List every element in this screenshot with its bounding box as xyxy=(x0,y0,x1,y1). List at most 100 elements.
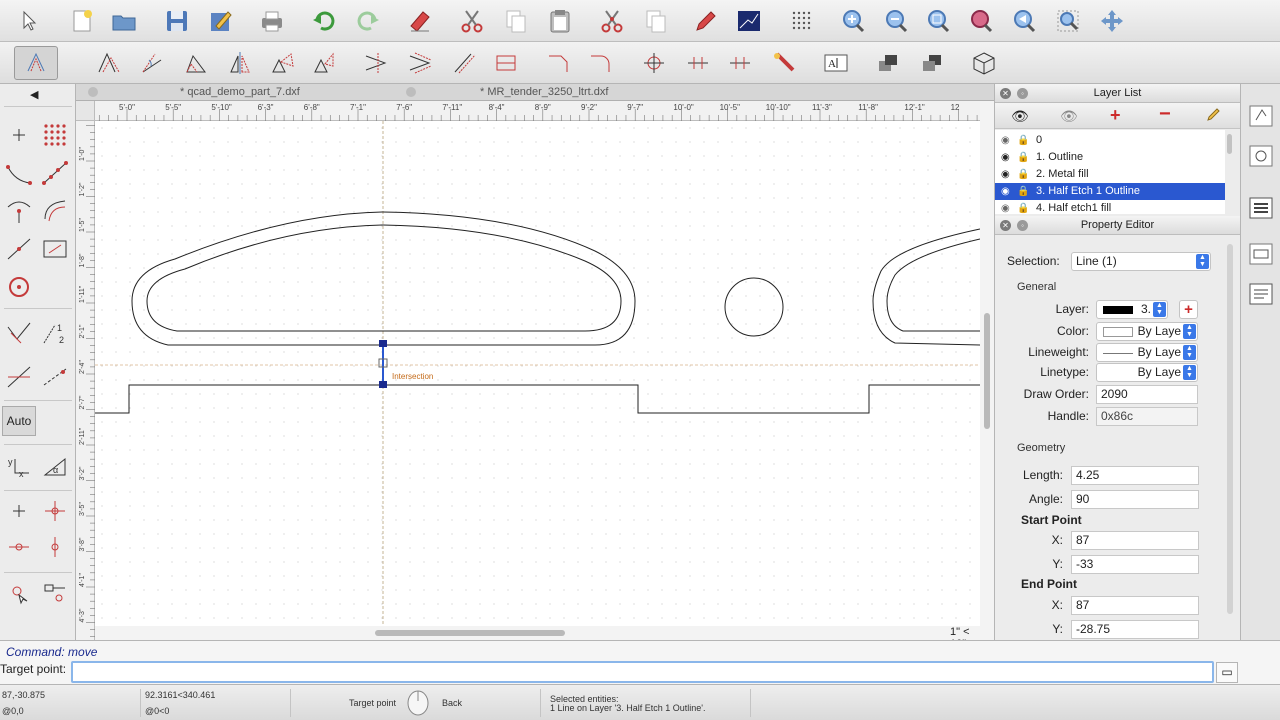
delete-icon[interactable] xyxy=(724,47,756,79)
library-browser-icon[interactable] xyxy=(1246,142,1276,170)
command-line-icon[interactable] xyxy=(1246,280,1276,308)
offset-icon[interactable] xyxy=(448,47,480,79)
divide-icon[interactable] xyxy=(638,47,670,79)
zoom-auto-icon[interactable] xyxy=(922,5,954,37)
color-dropdown[interactable]: By Laye ▲ ▼ xyxy=(1096,322,1198,341)
rotate-two-icon[interactable] xyxy=(308,47,340,79)
line-tool-icon[interactable] xyxy=(2,232,36,266)
vertical-scrollbar[interactable] xyxy=(980,101,994,640)
close-icon[interactable]: ✕ xyxy=(1000,220,1011,231)
layer-row-selected[interactable]: ◉ 🔒 3. Half Etch 1 Outline xyxy=(995,183,1225,200)
rotate-icon[interactable] xyxy=(136,47,168,79)
end-x-field[interactable]: 87 xyxy=(1071,596,1199,615)
tab-qcad-demo[interactable]: * qcad_demo_part_7.dxf xyxy=(180,84,300,101)
zoom-in-icon[interactable] xyxy=(837,5,869,37)
print-icon[interactable] xyxy=(256,5,288,37)
snap-xy-icon[interactable]: yx xyxy=(2,450,36,484)
tab-close-icon[interactable] xyxy=(88,87,98,97)
layer-dropdown[interactable]: 3. ▲ ▼ xyxy=(1096,300,1168,319)
horizontal-scrollbar[interactable] xyxy=(95,626,980,640)
explode-red-icon[interactable] xyxy=(768,47,800,79)
grip-end[interactable] xyxy=(379,381,387,388)
edit-file-icon[interactable] xyxy=(205,5,237,37)
command-input[interactable] xyxy=(71,661,1214,683)
vertical-scroll-thumb[interactable] xyxy=(984,313,990,429)
length-field[interactable]: 4.25 xyxy=(1071,466,1199,485)
auto-snap-button[interactable]: Auto xyxy=(2,406,36,436)
zoom-window-icon[interactable] xyxy=(1052,5,1084,37)
property-editor-icon[interactable] xyxy=(1246,240,1276,268)
lock-icon[interactable]: 🔒 xyxy=(1017,166,1029,183)
add-layer-icon[interactable]: + xyxy=(1110,105,1121,126)
property-scrollbar[interactable] xyxy=(1227,244,1233,614)
layer-row[interactable]: ◉ 🔒 4. Half etch1 fill xyxy=(995,200,1225,214)
copy-icon[interactable] xyxy=(500,5,532,37)
close-icon[interactable]: ✕ xyxy=(1000,88,1011,99)
snap-free-icon[interactable] xyxy=(2,494,36,528)
lock-icon[interactable]: 🔒 xyxy=(1017,183,1029,200)
move-rotate-icon[interactable] xyxy=(266,47,298,79)
point-tool-icon[interactable] xyxy=(2,118,36,152)
hide-all-layers-icon[interactable]: 👁 xyxy=(1060,108,1078,125)
mirror-icon[interactable] xyxy=(224,47,256,79)
angle-field[interactable]: 90 xyxy=(1071,490,1199,509)
dashed-line-icon[interactable] xyxy=(38,360,72,394)
dimension-tool-icon[interactable] xyxy=(2,316,36,350)
new-file-icon[interactable] xyxy=(66,5,98,37)
text-edit-icon[interactable]: A xyxy=(820,47,852,79)
pen-icon[interactable] xyxy=(690,5,722,37)
layer-row[interactable]: ◉ 🔒 2. Metal fill xyxy=(995,166,1225,183)
trim-icon[interactable] xyxy=(360,47,392,79)
move-to-front-icon[interactable] xyxy=(872,47,904,79)
explode-icon[interactable] xyxy=(584,47,616,79)
lock-icon[interactable]: 🔒 xyxy=(1017,149,1029,166)
layer-list-icon[interactable] xyxy=(1246,194,1276,222)
float-icon[interactable]: ◦ xyxy=(1017,88,1028,99)
cut-ref-icon[interactable] xyxy=(596,5,628,37)
pan-icon[interactable] xyxy=(1096,5,1128,37)
snap-endpoint-icon[interactable] xyxy=(2,530,36,564)
eye-icon[interactable]: ◉ xyxy=(1001,200,1010,214)
select-arrow-icon[interactable] xyxy=(12,5,44,37)
scale-icon[interactable] xyxy=(180,47,212,79)
add-layer-button[interactable]: + xyxy=(1179,300,1198,319)
remove-layer-icon[interactable]: − xyxy=(1159,103,1171,126)
paste-icon[interactable] xyxy=(544,5,576,37)
circle-tool-icon[interactable] xyxy=(2,270,36,304)
command-history-button[interactable]: ▭ xyxy=(1216,662,1238,683)
arc-tool-icon[interactable] xyxy=(2,194,36,228)
cut-icon[interactable] xyxy=(456,5,488,37)
start-x-field[interactable]: 87 xyxy=(1071,531,1199,550)
eraser-icon[interactable] xyxy=(404,5,436,37)
break-out-icon[interactable] xyxy=(682,47,714,79)
lock-icon[interactable]: 🔒 xyxy=(1017,200,1029,214)
eye-icon[interactable]: ◉ xyxy=(1001,132,1010,149)
layer-row[interactable]: ◉ 🔒 1. Outline xyxy=(995,149,1225,166)
drawing-canvas[interactable]: Intersection 1" < 10" xyxy=(95,121,980,650)
collapse-palette-button[interactable]: ◀ xyxy=(30,88,38,101)
eye-icon[interactable]: ◉ xyxy=(1001,149,1010,166)
box-3d-icon[interactable] xyxy=(968,47,1000,79)
edit-layer-icon[interactable] xyxy=(1207,107,1221,121)
eye-icon[interactable]: ◉ xyxy=(1001,183,1010,200)
float-icon[interactable]: ◦ xyxy=(1017,220,1028,231)
curve-tool-icon[interactable] xyxy=(2,156,36,190)
show-all-layers-icon[interactable]: 👁 xyxy=(1011,108,1029,125)
move-icon[interactable] xyxy=(92,47,124,79)
stretch-icon[interactable] xyxy=(404,47,436,79)
snap-lock-icon[interactable] xyxy=(38,576,72,610)
dimension-two-icon[interactable]: 12 xyxy=(38,316,72,350)
open-folder-icon[interactable] xyxy=(108,5,140,37)
tab-mr-tender[interactable]: * MR_tender_3250_ltrt.dxf xyxy=(480,84,608,101)
save-icon[interactable] xyxy=(161,5,193,37)
tangent-tool-icon[interactable] xyxy=(2,360,36,394)
zoom-redraw-icon[interactable] xyxy=(965,5,997,37)
grid-icon[interactable] xyxy=(786,5,818,37)
eye-icon[interactable]: ◉ xyxy=(1001,166,1010,183)
point-grid-icon[interactable] xyxy=(38,118,72,152)
drawing-icon[interactable] xyxy=(733,5,765,37)
block-list-icon[interactable] xyxy=(1246,102,1276,130)
horizontal-scroll-thumb[interactable] xyxy=(375,630,565,636)
zoom-previous-icon[interactable] xyxy=(1008,5,1040,37)
rectangle-tool-icon[interactable] xyxy=(38,232,72,266)
